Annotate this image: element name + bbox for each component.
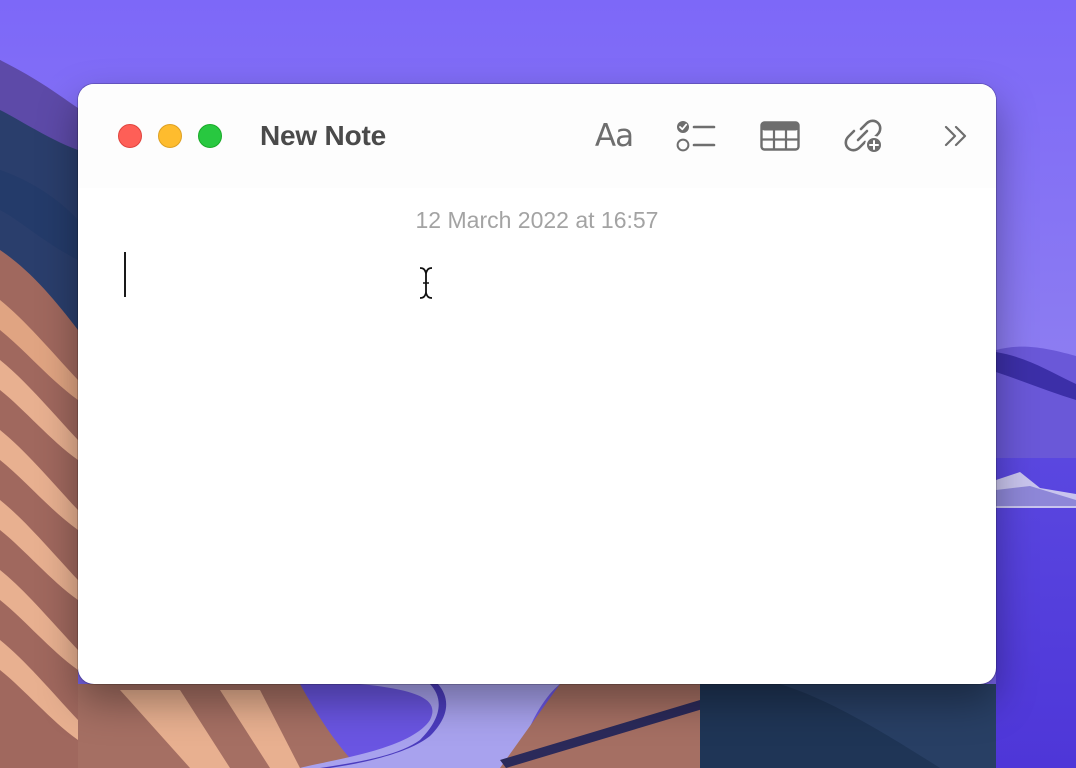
text-format-icon: Aa bbox=[594, 118, 634, 154]
insert-table-button[interactable] bbox=[758, 114, 802, 158]
minimize-window-button[interactable] bbox=[158, 124, 182, 148]
more-toolbar-items-button[interactable] bbox=[940, 114, 972, 158]
add-link-button[interactable] bbox=[842, 114, 886, 158]
table-icon bbox=[760, 121, 800, 151]
close-window-button[interactable] bbox=[118, 124, 142, 148]
checklist-icon bbox=[676, 121, 716, 152]
checklist-button[interactable] bbox=[674, 114, 718, 158]
chevron-double-right-icon bbox=[944, 125, 967, 147]
notes-window: New Note Aa 12 March 2022 at 16:57 bbox=[78, 84, 996, 684]
note-editor[interactable] bbox=[118, 244, 958, 654]
note-title: New Note bbox=[260, 120, 386, 151]
text-caret bbox=[124, 252, 126, 297]
window-toolbar: New Note Aa bbox=[78, 84, 996, 188]
add-link-icon bbox=[844, 119, 883, 154]
note-timestamp: 12 March 2022 at 16:57 bbox=[415, 207, 659, 233]
text-format-button[interactable]: Aa bbox=[590, 114, 638, 158]
i-beam-cursor-icon bbox=[419, 267, 433, 299]
zoom-window-button[interactable] bbox=[198, 124, 222, 148]
